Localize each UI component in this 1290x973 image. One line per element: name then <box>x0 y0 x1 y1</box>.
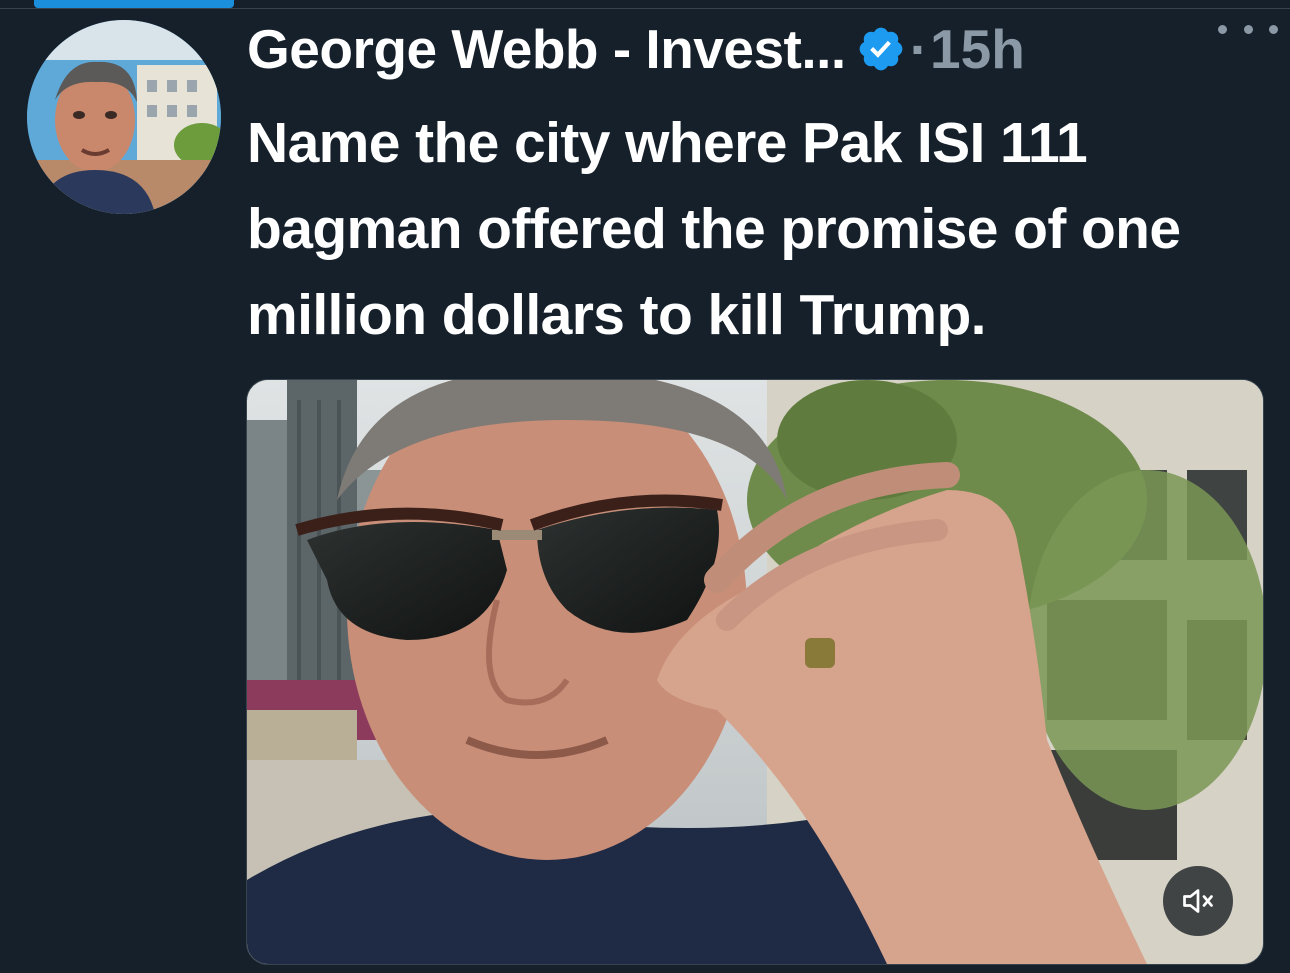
header-separator: · <box>909 18 929 80</box>
video-frame <box>247 380 1263 964</box>
tweet-timestamp[interactable]: 15h <box>930 17 1025 81</box>
more-dot <box>1243 24 1253 34</box>
timeline-top-indicator <box>34 0 234 8</box>
tweet-video[interactable] <box>246 379 1264 965</box>
tweet-header: George Webb - Invest... · 15h <box>247 14 1277 84</box>
more-options-icon[interactable] <box>1218 14 1278 44</box>
volume-muted-icon[interactable] <box>1163 866 1233 936</box>
more-dot <box>1269 24 1278 34</box>
divider <box>0 8 1290 9</box>
more-dot <box>1218 24 1227 34</box>
avatar[interactable] <box>27 20 221 214</box>
verified-badge-icon <box>856 24 906 74</box>
avatar-image <box>27 20 221 214</box>
author-display-name[interactable]: George Webb - Invest... <box>247 17 846 81</box>
tweet-text: Name the city where Pak ISI 111 bagman o… <box>247 111 1181 347</box>
